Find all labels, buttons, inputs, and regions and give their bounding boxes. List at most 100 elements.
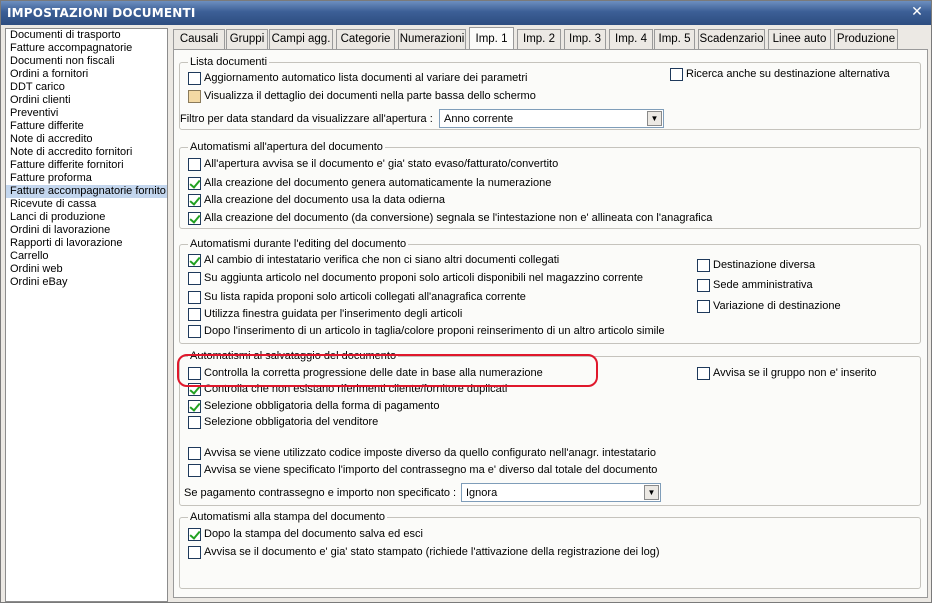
sidebar-item[interactable]: DDT carico (6, 81, 167, 94)
checkbox-label: Destinazione diversa (713, 259, 816, 271)
tab[interactable]: Linee auto (768, 29, 831, 50)
checkbox[interactable] (188, 291, 201, 304)
checkbox[interactable] (188, 177, 201, 190)
tab[interactable]: Scadenzario (698, 29, 765, 50)
sidebar-item[interactable]: Ordini eBay (6, 276, 167, 289)
sidebar-item[interactable]: Note di accredito fornitori (6, 146, 167, 159)
checkbox-label: Su lista rapida proponi solo articoli co… (204, 291, 526, 303)
checkbox-row[interactable]: Selezione obbligatoria del venditore (188, 416, 378, 430)
checkbox-row[interactable]: All'apertura avvisa se il documento e' g… (188, 158, 558, 172)
checkbox-row[interactable]: Su lista rapida proponi solo articoli co… (188, 291, 526, 305)
checkbox[interactable] (188, 383, 201, 396)
checkbox-row[interactable]: Variazione di destinazione (697, 300, 841, 314)
checkbox-row[interactable]: Sede amministrativa (697, 279, 813, 293)
tab[interactable]: Imp. 3 (564, 29, 606, 50)
tab[interactable]: Causali (173, 29, 225, 50)
checkbox[interactable] (697, 259, 710, 272)
sidebar-item[interactable]: Ordini a fornitori (6, 68, 167, 81)
sidebar-item[interactable]: Fatture accompagnatorie fornito (6, 185, 167, 198)
chevron-down-icon[interactable]: ▼ (647, 111, 662, 126)
checkbox-row[interactable]: Avvisa se il documento e' gia' stato sta… (188, 546, 660, 560)
tab[interactable]: Gruppi (226, 29, 268, 50)
checkbox-row[interactable]: Controlla che non esistano riferimenti c… (188, 383, 507, 397)
filter-label: Filtro per data standard da visualizzare… (180, 113, 433, 125)
tab[interactable]: Produzione (834, 29, 898, 50)
checkbox[interactable] (188, 72, 201, 85)
checkbox[interactable] (697, 300, 710, 313)
checkbox[interactable] (188, 90, 201, 103)
sidebar-item[interactable]: Rapporti di lavorazione (6, 237, 167, 250)
sidebar-item[interactable]: Note di accredito (6, 133, 167, 146)
sidebar-item[interactable]: Ordini web (6, 263, 167, 276)
sidebar-item[interactable]: Documenti di trasporto (6, 29, 167, 42)
checkbox-row[interactable]: Selezione obbligatoria della forma di pa… (188, 400, 439, 414)
checkbox[interactable] (188, 254, 201, 267)
sidebar-item[interactable]: Fatture differite fornitori (6, 159, 167, 172)
checkbox[interactable] (188, 528, 201, 541)
checkbox[interactable] (188, 272, 201, 285)
checkbox[interactable] (188, 158, 201, 171)
checkbox-row[interactable]: Dopo l'inserimento di un articolo in tag… (188, 325, 665, 339)
tab[interactable]: Imp. 5 (654, 29, 695, 50)
group-title: Automatismi durante l'editing del docume… (188, 238, 409, 251)
filter-select-value: Anno corrente (444, 113, 514, 125)
checkbox[interactable] (188, 416, 201, 429)
checkbox[interactable] (188, 464, 201, 477)
checkbox[interactable] (188, 400, 201, 413)
checkbox-row[interactable]: Alla creazione del documento (da convers… (188, 212, 712, 226)
checkbox-row[interactable]: Utilizza finestra guidata per l'inserime… (188, 308, 462, 322)
checkbox-row[interactable]: Alla creazione del documento genera auto… (188, 177, 551, 191)
checkbox[interactable] (188, 212, 201, 225)
sidebar-item[interactable]: Preventivi (6, 107, 167, 120)
window-title: IMPOSTAZIONI DOCUMENTI (7, 6, 196, 20)
checkbox-row[interactable]: Al cambio di intestatario verifica che n… (188, 254, 559, 268)
checkbox-row[interactable]: Su aggiunta articolo nel documento propo… (188, 272, 643, 286)
checkbox[interactable] (188, 447, 201, 460)
checkbox-row[interactable]: Alla creazione del documento usa la data… (188, 194, 445, 208)
sidebar-item[interactable]: Carrello (6, 250, 167, 263)
checkbox[interactable] (188, 546, 201, 559)
checkbox[interactable] (697, 367, 710, 380)
checkbox[interactable] (188, 194, 201, 207)
sidebar-item[interactable]: Ordini clienti (6, 94, 167, 107)
sidebar-item[interactable]: Fatture proforma (6, 172, 167, 185)
contrassegno-select-value: Ignora (466, 487, 498, 499)
checkbox-row[interactable]: Aggiornamento automatico lista documenti… (188, 72, 527, 86)
checkbox-row[interactable]: Avvisa se viene specificato l'importo de… (188, 464, 657, 478)
tab[interactable]: Categorie (336, 29, 395, 50)
tab[interactable]: Campi agg. (269, 29, 333, 50)
sidebar-item[interactable]: Lanci di produzione (6, 211, 167, 224)
checkbox[interactable] (670, 68, 683, 81)
filter-select[interactable]: Anno corrente ▼ (439, 109, 664, 128)
checkbox-row[interactable]: Avvisa se viene utilizzato codice impost… (188, 447, 656, 461)
tab-panel-imp1: Lista documenti Aggiornamento automatico… (173, 49, 928, 598)
sidebar-item[interactable]: Ricevute di cassa (6, 198, 167, 211)
checkbox-row[interactable]: Controlla la corretta progressione delle… (188, 367, 543, 381)
sidebar-item[interactable]: Ordini di lavorazione (6, 224, 167, 237)
sidebar-item[interactable]: Documenti non fiscali (6, 55, 167, 68)
sidebar-item[interactable]: Fatture differite (6, 120, 167, 133)
checkbox[interactable] (188, 367, 201, 380)
checkbox-row[interactable]: Avvisa se il gruppo non e' inserito (697, 367, 876, 381)
checkbox-label: Selezione obbligatoria del venditore (204, 416, 379, 428)
tab[interactable]: Numerazioni (398, 29, 466, 50)
checkbox-label: Alla creazione del documento genera auto… (204, 177, 552, 189)
tab[interactable]: Imp. 2 (517, 29, 561, 50)
checkbox[interactable] (188, 308, 201, 321)
tab[interactable]: Imp. 1 (469, 27, 514, 51)
checkbox-row[interactable]: Visualizza il dettaglio dei documenti ne… (188, 90, 536, 104)
checkbox[interactable] (188, 325, 201, 338)
document-type-list[interactable]: Documenti di trasporto Fatture accompagna… (5, 28, 168, 602)
checkbox-row[interactable]: Ricerca anche su destinazione alternativ… (670, 68, 890, 82)
checkbox-row[interactable]: Dopo la stampa del documento salva ed es… (188, 528, 423, 542)
checkbox-label: Avvisa se il documento e' gia' stato sta… (204, 546, 660, 558)
title-bar[interactable]: IMPOSTAZIONI DOCUMENTI ✕ (1, 1, 931, 25)
tab[interactable]: Imp. 4 (609, 29, 653, 50)
checkbox[interactable] (697, 279, 710, 292)
checkbox-row[interactable]: Destinazione diversa (697, 259, 815, 273)
chevron-down-icon[interactable]: ▼ (644, 485, 659, 500)
contrassegno-select[interactable]: Ignora ▼ (461, 483, 661, 502)
sidebar-item[interactable]: Fatture accompagnatorie (6, 42, 167, 55)
checkbox-label: Su aggiunta articolo nel documento propo… (204, 272, 644, 284)
close-icon[interactable]: ✕ (909, 4, 925, 20)
